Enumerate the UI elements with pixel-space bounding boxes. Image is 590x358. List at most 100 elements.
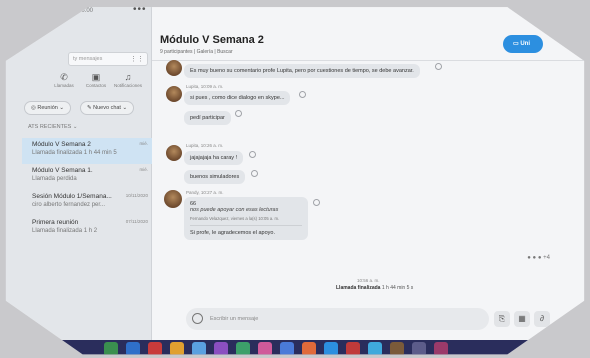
taskbar-app-icon[interactable]	[148, 342, 162, 355]
composer-placeholder: Escribir un mensaje	[210, 316, 259, 322]
attach-icon[interactable]: ∂	[534, 311, 550, 327]
taskbar-app-icon[interactable]	[390, 342, 404, 355]
call-ended-time: 10:56 a. m.	[357, 278, 380, 283]
chat-header-title[interactable]: Módulo V Semana 2	[160, 34, 264, 46]
taskbar-app-icon[interactable]	[214, 342, 228, 355]
message-bubble[interactable]: jajajajaja ha caray !	[184, 151, 244, 165]
video-icon: ◎	[31, 105, 36, 111]
search-placeholder: ty mensajes	[73, 56, 103, 62]
app-window: ez $0.00 ••• ty mensajes ⋮⋮ ✆ Llamadas ▣…	[5, 7, 585, 355]
nav-calls[interactable]: ✆ Llamadas	[50, 72, 78, 88]
taskbar-app-icon[interactable]	[346, 342, 360, 355]
taskbar-app-icon[interactable]	[258, 342, 272, 355]
chevron-down-icon: ⌄	[72, 124, 78, 130]
reaction-icon[interactable]	[313, 199, 320, 206]
chat-panel: Módulo V Semana 2 9 participantes | Gale…	[152, 7, 585, 355]
join-call-label: Uni	[520, 41, 531, 47]
reactions-row[interactable]: ● ● ● +4	[527, 255, 550, 261]
dialpad-icon[interactable]: ⋮⋮	[130, 55, 144, 63]
chat-list-item[interactable]: Sesión Módulo 1/Semana... ciro alberto f…	[22, 190, 152, 216]
avatar[interactable]	[166, 86, 182, 102]
phone-icon: ✆	[60, 72, 68, 82]
chat-subtitle: Llamada finalizada 1 h 2	[32, 228, 98, 234]
sidebar: ez $0.00 ••• ty mensajes ⋮⋮ ✆ Llamadas ▣…	[5, 7, 152, 340]
reaction-icon[interactable]	[299, 91, 306, 98]
more-options-icon[interactable]: •••	[133, 7, 147, 15]
reaction-icon[interactable]	[249, 151, 256, 158]
call-ended-notice: Llamada finalizada 1 h 44 min 5 s	[336, 285, 413, 291]
chat-title: Módulo V Semana 1.	[32, 167, 93, 174]
taskbar-app-icon[interactable]	[368, 342, 382, 355]
taskbar-app-icon[interactable]	[324, 342, 338, 355]
chat-title: Sesión Módulo 1/Semana...	[32, 193, 112, 200]
taskbar-app-icon[interactable]	[104, 342, 118, 355]
chat-title: Módulo V Semana 2	[32, 141, 91, 148]
chat-list-item[interactable]: Primera reunión Llamada finalizada 1 h 2…	[22, 216, 152, 242]
bell-icon: ♫	[124, 72, 132, 82]
nav-contacts[interactable]: ▣ Contactos	[82, 72, 110, 88]
contacts-card-icon[interactable]: ▦	[514, 311, 530, 327]
user-balance[interactable]: ez $0.00	[70, 8, 93, 14]
taskbar-app-icon[interactable]	[280, 342, 294, 355]
message-bubble[interactable]: buenos simuladores	[184, 170, 246, 184]
avatar[interactable]	[164, 190, 182, 208]
nav-notifications-label: Notificaciones	[114, 83, 143, 88]
meet-button[interactable]: ◎ Reunión ⌄	[24, 101, 71, 115]
chat-list-item[interactable]: Módulo V Semana 2 Llamada finalizada 1 h…	[22, 138, 152, 164]
reply-text: Si profe, le agradecemos el apoyo.	[190, 230, 275, 236]
chat-time: 10/11/2020	[125, 193, 148, 198]
taskbar-app-icon[interactable]	[192, 342, 206, 355]
chat-subtitle: Llamada perdida	[32, 176, 77, 182]
nav-notifications[interactable]: ♫ Notificaciones	[114, 72, 142, 88]
nav-bar: ✆ Llamadas ▣ Contactos ♫ Notificaciones	[50, 72, 150, 98]
taskbar-app-icon[interactable]	[302, 342, 316, 355]
recents-label: ATS RECIENTES	[28, 124, 72, 130]
chat-header-subtitle[interactable]: 9 participantes | Galería | Buscar	[160, 49, 233, 55]
chat-list-item[interactable]: Módulo V Semana 1. Llamada perdida mié.	[22, 164, 152, 190]
chat-subtitle: Llamada finalizada 1 h 44 min 5	[32, 150, 117, 156]
message-bubble[interactable]: si pues , como dice dialogo en skype...	[184, 91, 291, 105]
avatar[interactable]	[166, 145, 182, 161]
chevron-down-icon: ⌄	[59, 105, 64, 111]
chat-time: mié.	[139, 141, 148, 146]
taskbar-app-icon[interactable]	[170, 342, 184, 355]
chat-time: mié.	[139, 167, 148, 172]
quote-text: nos puede apoyar con esas lecturas	[190, 207, 279, 213]
reaction-icon[interactable]	[251, 170, 258, 177]
message-bubble[interactable]: pedí participar	[184, 111, 231, 125]
new-chat-button[interactable]: ✎ Nuevo chat ⌄	[80, 101, 135, 115]
call-ended-label: Llamada finalizada	[336, 285, 381, 291]
call-ended-duration: 1 h 44 min 5 s	[381, 285, 414, 291]
join-call-button[interactable]: ▭ Uni	[503, 35, 543, 53]
quote-divider	[190, 225, 302, 226]
reaction-count: +4	[543, 255, 550, 261]
chat-title: Primera reunión	[32, 219, 79, 226]
message-meta: Lupita, 10:26 a. m.	[186, 143, 224, 148]
nav-calls-label: Llamadas	[54, 83, 74, 88]
new-chat-label: Nuevo chat	[93, 105, 121, 111]
nav-contacts-label: Contactos	[85, 83, 107, 88]
video-icon: ▭	[513, 41, 519, 47]
media-icon[interactable]: ⎘	[494, 311, 510, 327]
chat-subtitle: ciro alberto fernandez per...	[32, 202, 106, 208]
reaction-icon[interactable]	[235, 110, 242, 117]
compose-icon: ✎	[87, 105, 92, 111]
chat-time: 07/11/2020	[125, 219, 148, 224]
contacts-icon: ▣	[91, 72, 101, 82]
reaction-avatars: ● ● ●	[527, 255, 542, 261]
message-composer[interactable]: Escribir un mensaje	[186, 308, 489, 330]
message-bubble[interactable]: Es muy bueno su comentario profe Lupita,…	[184, 64, 420, 78]
recents-header[interactable]: ATS RECIENTES ⌄	[28, 124, 77, 130]
quoted-message[interactable]: 66 nos puede apoyar con esas lecturas Fe…	[184, 197, 308, 240]
message-meta: Pandy, 10:27 a. m.	[186, 190, 224, 195]
taskbar-app-icon[interactable]	[412, 342, 426, 355]
emoji-icon[interactable]	[192, 313, 203, 324]
search-input[interactable]: ty mensajes ⋮⋮	[68, 52, 148, 66]
taskbar-app-icon[interactable]	[236, 342, 250, 355]
taskbar-app-icon[interactable]	[434, 342, 448, 355]
taskbar-app-icon[interactable]	[126, 342, 140, 355]
avatar[interactable]	[166, 60, 182, 76]
quote-meta: Fernando Velazquez, viernes a la(s) 10:0…	[190, 216, 280, 221]
meet-label: Reunión	[37, 105, 58, 111]
reaction-icon[interactable]	[435, 63, 442, 70]
